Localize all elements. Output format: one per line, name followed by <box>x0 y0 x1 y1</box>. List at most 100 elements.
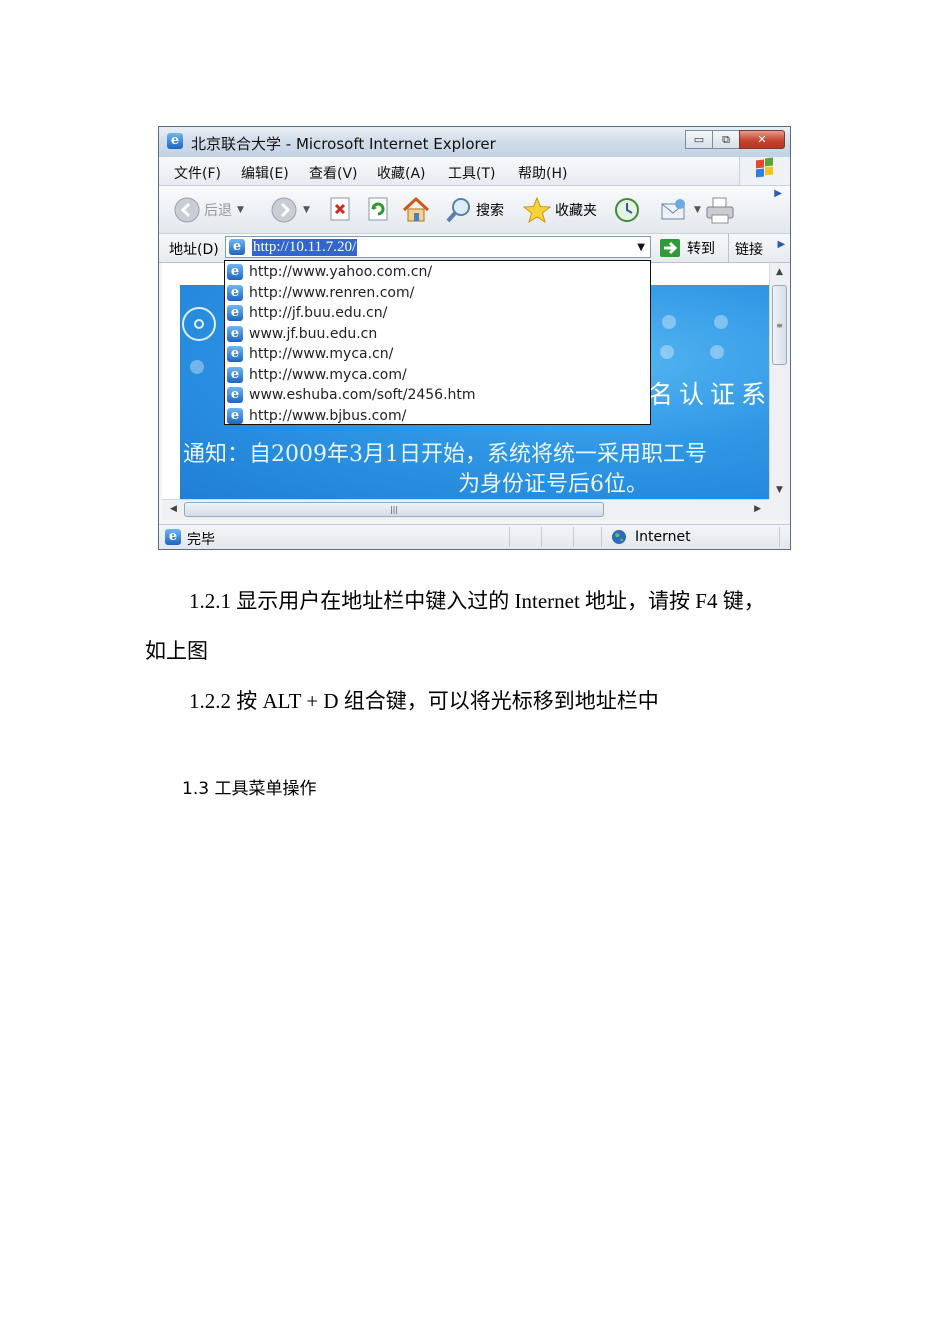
notice-line-2: 为身份证号后6位。 <box>458 472 648 497</box>
security-zone[interactable]: Internet <box>611 529 691 545</box>
history-item[interactable]: e http://www.myca.com/ <box>227 365 407 385</box>
mail-icon <box>661 199 685 220</box>
links-label: 链接 <box>735 242 763 258</box>
go-label: 转到 <box>687 241 715 257</box>
horizontal-scroll-thumb[interactable]: ||| <box>184 502 604 517</box>
history-item[interactable]: e www.jf.buu.edu.cn <box>227 324 377 344</box>
crosshair-icon <box>182 307 216 341</box>
zone-label: Internet <box>635 529 691 545</box>
address-url-selected[interactable]: http://10.11.7.20/ <box>252 239 358 256</box>
menu-edit[interactable]: 编辑(E) <box>241 163 289 183</box>
address-bar: 地址(D) e http://10.11.7.20/ ▼ 转到 链接 ▶ <box>159 234 790 263</box>
search-label: 搜索 <box>476 203 504 219</box>
links-button[interactable]: 链接 ▶ <box>728 234 785 262</box>
printer-icon <box>706 197 734 224</box>
history-url: http://jf.buu.edu.cn/ <box>249 305 388 321</box>
status-divider <box>601 527 602 547</box>
section-heading: 1.3 工具菜单操作 <box>182 779 317 799</box>
history-icon <box>615 198 639 222</box>
history-url: http://www.myca.cn/ <box>249 346 394 362</box>
scroll-right-icon[interactable]: ▶ <box>754 504 761 514</box>
menu-tools[interactable]: 工具(T) <box>448 163 495 183</box>
ie-page-icon: e <box>227 285 243 301</box>
banner-title: 名认证系 <box>648 380 769 409</box>
page-done-icon: e <box>165 529 181 545</box>
history-item[interactable]: e www.eshuba.com/soft/2456.htm <box>227 385 476 405</box>
paragraph-1-line-2: 如上图 <box>145 639 208 663</box>
history-url: http://www.renren.com/ <box>249 285 415 301</box>
star-icon <box>522 196 552 224</box>
scroll-left-icon[interactable]: ◀ <box>170 504 177 514</box>
search-button[interactable]: 搜索 <box>445 196 504 224</box>
history-item[interactable]: e http://www.myca.cn/ <box>227 344 393 364</box>
menu-help[interactable]: 帮助(H) <box>518 163 567 183</box>
restore-icon[interactable]: ⧉ <box>712 130 740 149</box>
go-button[interactable]: 转到 <box>659 238 715 258</box>
scroll-down-icon[interactable]: ▼ <box>776 485 783 495</box>
forward-button[interactable]: ▼ <box>270 196 310 224</box>
ie-page-icon: e <box>227 387 243 403</box>
refresh-button[interactable] <box>366 196 390 222</box>
history-url: http://www.bjbus.com/ <box>249 408 407 424</box>
scroll-up-icon[interactable]: ▲ <box>776 267 783 277</box>
ie-logo-icon: e <box>167 133 183 149</box>
history-item[interactable]: e http://www.renren.com/ <box>227 283 414 303</box>
history-url: http://www.myca.com/ <box>249 367 407 383</box>
back-label: 后退 <box>204 203 232 219</box>
menu-view[interactable]: 查看(V) <box>309 163 358 183</box>
back-button[interactable]: 后退 ▼ <box>173 196 244 224</box>
menu-file[interactable]: 文件(F) <box>174 163 221 183</box>
globe-icon <box>612 530 626 544</box>
standard-toolbar: 后退 ▼ ▼ 搜索 收藏夹 ▼ ▶ <box>159 186 790 234</box>
history-item[interactable]: e http://jf.buu.edu.cn/ <box>227 303 387 323</box>
status-divider <box>779 527 780 547</box>
ie-page-icon: e <box>227 367 243 383</box>
search-icon <box>446 198 470 223</box>
home-icon <box>402 196 430 222</box>
address-label: 地址(D) <box>169 242 219 258</box>
toolbar-overflow-icon[interactable]: ▶ <box>774 188 782 199</box>
address-dropdown-icon[interactable]: ▼ <box>637 242 645 253</box>
ie-page-icon: e <box>227 305 243 321</box>
stop-button[interactable] <box>328 196 352 222</box>
chevron-down-icon[interactable]: ▼ <box>303 205 310 215</box>
status-bar: e 完毕 Internet <box>159 524 790 549</box>
home-button[interactable] <box>401 196 431 224</box>
go-arrow-icon <box>660 239 680 257</box>
status-divider <box>573 527 574 547</box>
vertical-scroll-thumb[interactable]: ≡ <box>772 285 787 365</box>
ie-page-icon: e <box>227 264 243 280</box>
ie-page-icon: e <box>227 408 243 424</box>
ie-page-icon: e <box>227 326 243 342</box>
chevron-down-icon[interactable]: ▼ <box>694 205 701 215</box>
history-item[interactable]: e http://www.yahoo.com.cn/ <box>227 262 432 282</box>
address-input[interactable]: e http://10.11.7.20/ ▼ <box>225 236 651 258</box>
ie-page-icon: e <box>227 346 243 362</box>
status-divider <box>541 527 542 547</box>
ie-page-icon: e <box>229 239 245 255</box>
close-icon[interactable]: ✕ <box>739 130 785 149</box>
refresh-icon <box>368 197 388 221</box>
back-arrow-icon <box>174 197 200 223</box>
window-controls: ▭ ⧉ ✕ <box>685 130 785 149</box>
notice-line-1: 通知：自2009年3月1日开始，系统将统一采用职工号 <box>183 442 707 467</box>
title-bar: e 北京联合大学 - Microsoft Internet Explorer ▭… <box>159 127 790 157</box>
history-button[interactable] <box>613 196 641 224</box>
favorites-label: 收藏夹 <box>555 203 597 219</box>
chevron-down-icon[interactable]: ▼ <box>237 205 244 215</box>
menu-bar: 文件(F) 编辑(E) 查看(V) 收藏(A) 工具(T) 帮助(H) <box>159 157 790 186</box>
links-chevron-icon: ▶ <box>777 239 786 250</box>
mail-button[interactable]: ▼ <box>659 196 701 224</box>
minimize-icon[interactable]: ▭ <box>685 130 713 149</box>
address-history-dropdown: e http://www.yahoo.com.cn/ e http://www.… <box>224 260 651 425</box>
window-title: 北京联合大学 - Microsoft Internet Explorer <box>191 135 496 153</box>
menu-favorites[interactable]: 收藏(A) <box>377 163 426 183</box>
favorites-button[interactable]: 收藏夹 <box>522 196 597 224</box>
history-url: http://www.yahoo.com.cn/ <box>249 264 433 280</box>
print-button[interactable] <box>704 196 736 226</box>
history-item[interactable]: e http://www.bjbus.com/ <box>227 406 406 426</box>
horizontal-scrollbar[interactable]: ◀ ||| ▶ <box>162 499 769 520</box>
scrollbar-corner <box>769 499 790 520</box>
paragraph-1-line-1: 1.2.1 显示用户在地址栏中键入过的 Internet 地址，请按 F4 键， <box>189 589 765 613</box>
vertical-scrollbar[interactable]: ▲ ≡ ▼ <box>769 263 790 499</box>
